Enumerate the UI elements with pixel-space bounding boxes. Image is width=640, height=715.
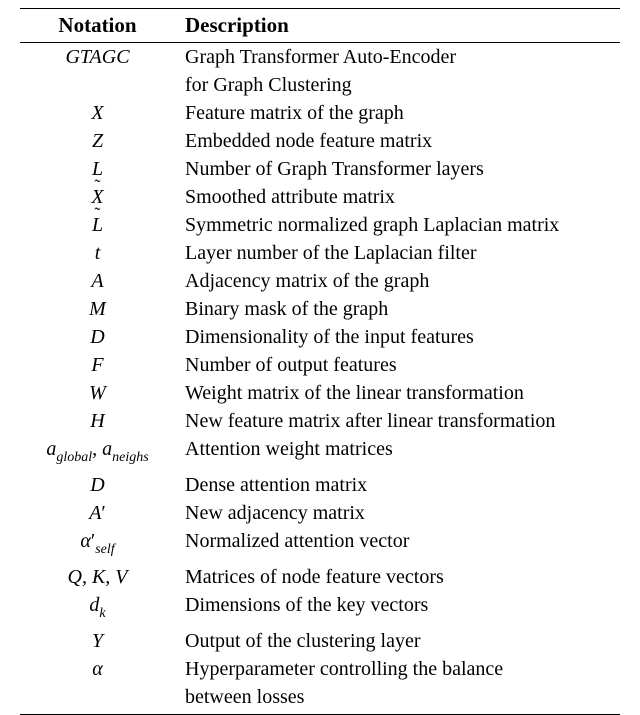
description-cell: between losses (175, 683, 620, 715)
description-cell: New adjacency matrix (175, 499, 620, 527)
description-cell: Number of Graph Transformer layers (175, 155, 620, 183)
notation-cell: dk (20, 591, 175, 627)
description-cell: Normalized attention vector (175, 527, 620, 563)
notation-cell: F (20, 351, 175, 379)
notation-cell: Z (20, 127, 175, 155)
description-cell: Dimensions of the key vectors (175, 591, 620, 627)
description-cell: Smoothed attribute matrix (175, 183, 620, 211)
notation-cell: aglobal, aneighs (20, 435, 175, 471)
notation-cell: GTAGC (20, 43, 175, 72)
description-cell: Dense attention matrix (175, 471, 620, 499)
notation-cell: α′self (20, 527, 175, 563)
description-cell: Embedded node feature matrix (175, 127, 620, 155)
table-row: LNumber of Graph Transformer layers (20, 155, 620, 183)
table-row: αHyperparameter controlling the balance (20, 655, 620, 683)
description-cell: Attention weight matrices (175, 435, 620, 471)
table-row: ˜LSymmetric normalized graph Laplacian m… (20, 211, 620, 239)
notation-cell: t (20, 239, 175, 267)
table-row: aglobal, aneighsAttention weight matrice… (20, 435, 620, 471)
table-row: ZEmbedded node feature matrix (20, 127, 620, 155)
table-row: dkDimensions of the key vectors (20, 591, 620, 627)
table-row: HNew feature matrix after linear transfo… (20, 407, 620, 435)
table-row: between losses (20, 683, 620, 715)
notation-cell: W (20, 379, 175, 407)
table-row: WWeight matrix of the linear transformat… (20, 379, 620, 407)
table-row: FNumber of output features (20, 351, 620, 379)
description-cell: New feature matrix after linear transfor… (175, 407, 620, 435)
description-cell: Binary mask of the graph (175, 295, 620, 323)
notation-cell: ˜L (20, 211, 175, 239)
notation-cell: Q, K, V (20, 563, 175, 591)
notation-cell: H (20, 407, 175, 435)
notation-cell: D (20, 471, 175, 499)
description-cell: Number of output features (175, 351, 620, 379)
table-row: α′selfNormalized attention vector (20, 527, 620, 563)
notation-cell (20, 683, 175, 715)
table-row: DDimensionality of the input features (20, 323, 620, 351)
table-row: MBinary mask of the graph (20, 295, 620, 323)
table-row: tLayer number of the Laplacian filter (20, 239, 620, 267)
notation-cell: M (20, 295, 175, 323)
notation-cell: X (20, 99, 175, 127)
description-cell: Dimensionality of the input features (175, 323, 620, 351)
header-description: Description (175, 9, 620, 43)
table-row: for Graph Clustering (20, 71, 620, 99)
description-cell: Symmetric normalized graph Laplacian mat… (175, 211, 620, 239)
table-row: DDense attention matrix (20, 471, 620, 499)
description-cell: for Graph Clustering (175, 71, 620, 99)
description-cell: Layer number of the Laplacian filter (175, 239, 620, 267)
description-cell: Hyperparameter controlling the balance (175, 655, 620, 683)
notation-cell: A′ (20, 499, 175, 527)
notation-cell: α (20, 655, 175, 683)
table-row: A′New adjacency matrix (20, 499, 620, 527)
table-row: Q, K, VMatrices of node feature vectors (20, 563, 620, 591)
table-row: GTAGCGraph Transformer Auto-Encoder (20, 43, 620, 72)
description-cell: Adjacency matrix of the graph (175, 267, 620, 295)
description-cell: Feature matrix of the graph (175, 99, 620, 127)
table-row: ˜XSmoothed attribute matrix (20, 183, 620, 211)
notation-cell: Y (20, 627, 175, 655)
header-notation: Notation (20, 9, 175, 43)
notation-cell (20, 71, 175, 99)
notation-cell: A (20, 267, 175, 295)
description-cell: Weight matrix of the linear transformati… (175, 379, 620, 407)
table-row: AAdjacency matrix of the graph (20, 267, 620, 295)
table-header-row: Notation Description (20, 9, 620, 43)
table-row: XFeature matrix of the graph (20, 99, 620, 127)
description-cell: Graph Transformer Auto-Encoder (175, 43, 620, 72)
notation-cell: D (20, 323, 175, 351)
description-cell: Output of the clustering layer (175, 627, 620, 655)
description-cell: Matrices of node feature vectors (175, 563, 620, 591)
notation-table: Notation Description GTAGCGraph Transfor… (20, 8, 620, 715)
table-row: YOutput of the clustering layer (20, 627, 620, 655)
